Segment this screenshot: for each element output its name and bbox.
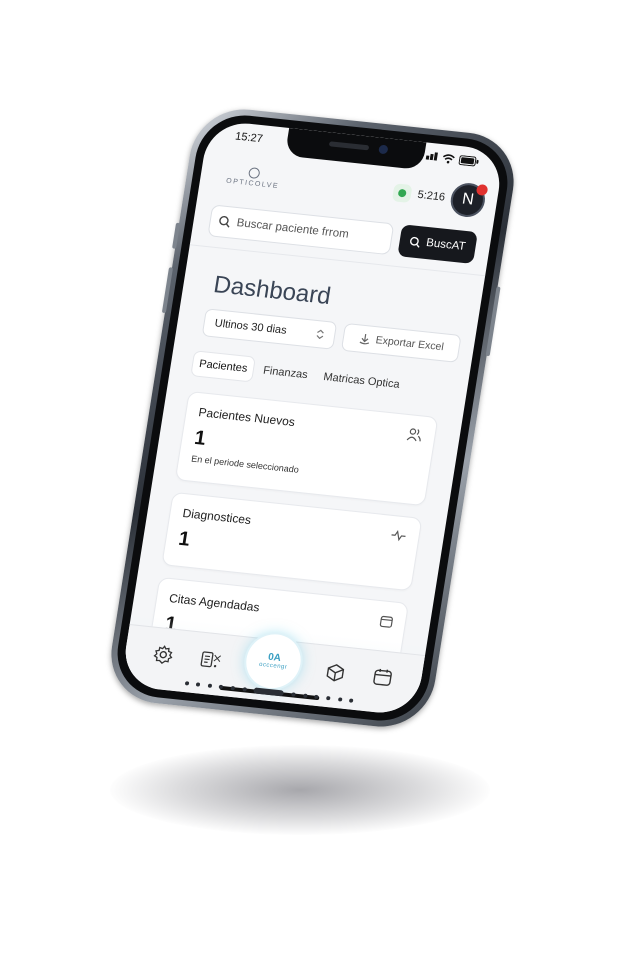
notification-badge	[475, 183, 489, 196]
tab-metricas-optica[interactable]: Matricas Optica	[316, 364, 408, 397]
nav-center-bottom-label: occcengr	[258, 661, 288, 671]
controls-row: Ultinos 30 dias Exportar Excel	[201, 308, 462, 363]
card-title: Citas Agendadas	[168, 591, 261, 615]
period-select[interactable]: Ultinos 30 dias	[201, 308, 338, 350]
status-icons	[425, 151, 480, 168]
search-box	[207, 204, 394, 256]
clipboard-icon	[200, 650, 222, 667]
box-icon	[326, 663, 344, 681]
phone-device: 15:27 OPTICOLVE 5:216 N Buscar paciente …	[103, 104, 522, 732]
logo-ring-icon	[247, 167, 261, 180]
tab-pacientes[interactable]: Pacientes	[191, 351, 256, 382]
earpiece-speaker	[328, 141, 369, 151]
chevron-updown-icon	[316, 329, 324, 340]
search-button[interactable]: BuscAT	[396, 224, 478, 264]
front-camera	[377, 144, 389, 155]
battery-icon	[458, 155, 479, 167]
app-logo[interactable]: OPTICOLVE	[226, 165, 282, 190]
online-status-indicator	[392, 183, 414, 204]
export-excel-label: Exportar Excel	[374, 334, 445, 354]
nav-settings[interactable]	[148, 640, 178, 668]
phone-screen: 15:27 OPTICOLVE 5:216 N Buscar paciente …	[120, 119, 505, 717]
patient-search-input[interactable]	[235, 217, 384, 245]
card-title: Pacientes Nuevos	[197, 405, 296, 430]
nav-inventory[interactable]	[320, 658, 350, 686]
wifi-icon	[442, 154, 455, 164]
header-right: 5:216 N	[391, 175, 489, 219]
nav-records[interactable]	[196, 645, 226, 673]
header-clock: 5:216	[416, 188, 446, 204]
search-icon	[219, 215, 230, 228]
search-button-label: BuscAT	[425, 236, 467, 253]
signal-icon	[425, 151, 439, 164]
nav-calendar[interactable]	[368, 663, 398, 691]
card-title: Diagnostices	[181, 506, 253, 528]
download-icon	[359, 334, 369, 345]
avatar-initial: N	[460, 190, 476, 209]
activity-icon	[391, 529, 406, 542]
period-select-value: Ultinos 30 dias	[213, 317, 288, 337]
calendar-icon	[373, 668, 393, 686]
online-dot-icon	[398, 188, 408, 198]
users-icon	[406, 428, 421, 442]
tab-finanzas[interactable]: Finanzas	[255, 358, 315, 388]
card-diagnosticos[interactable]: Diagnostices 1	[161, 491, 423, 592]
export-excel-button[interactable]: Exportar Excel	[340, 322, 462, 363]
logo-text: OPTICOLVE	[225, 177, 280, 191]
phone-shadow	[110, 745, 490, 835]
page-title: Dashboard	[211, 271, 333, 311]
status-time: 15:27	[234, 130, 264, 146]
user-avatar[interactable]: N	[448, 181, 489, 219]
search-icon	[409, 236, 420, 248]
card-pacientes-nuevos[interactable]: Pacientes Nuevos 1 En el periode selecci…	[174, 390, 439, 507]
gear-icon	[153, 644, 173, 664]
stage: 15:27 OPTICOLVE 5:216 N Buscar paciente …	[0, 0, 640, 960]
calendar-icon	[379, 615, 394, 628]
